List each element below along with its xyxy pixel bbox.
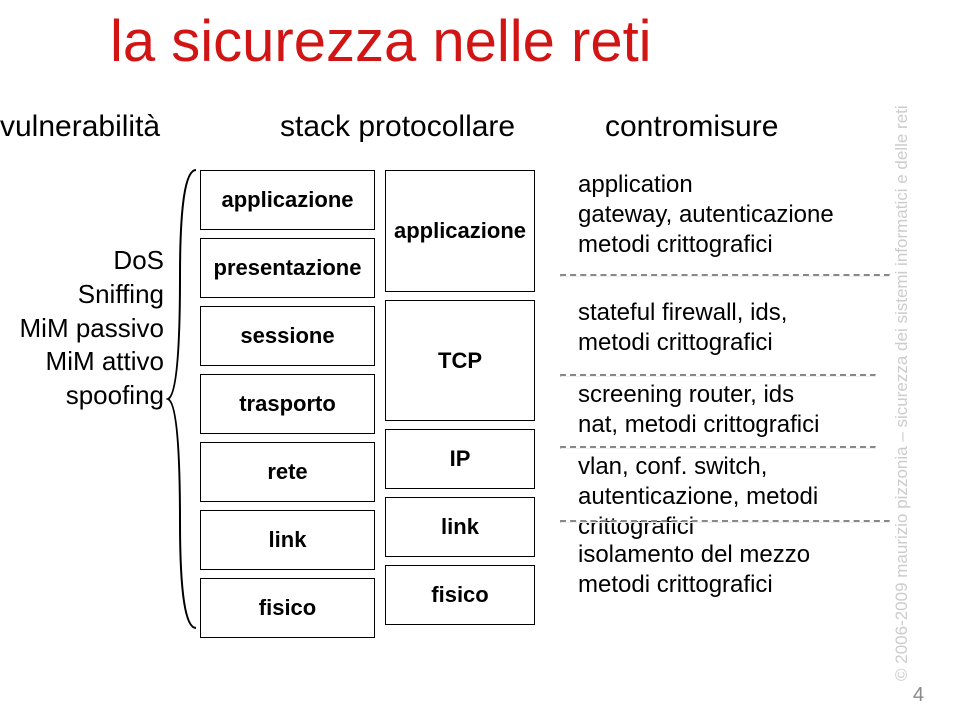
countermeasure-transport: stateful firewall, ids, metodi crittogra…: [560, 298, 920, 358]
cm-line: stateful firewall, ids,: [560, 298, 920, 328]
cm-line: application: [560, 170, 920, 200]
cm-line: screening router, ids: [560, 380, 920, 410]
protocol-stack-area: applicazione presentazione sessione tras…: [200, 170, 500, 650]
osi-stack: applicazione presentazione sessione tras…: [200, 170, 375, 638]
page-number: 4: [913, 684, 924, 707]
slide-title: la sicurezza nelle reti: [110, 8, 652, 75]
osi-layer: applicazione: [200, 170, 375, 230]
column-header-countermeasures: contromisure: [605, 110, 778, 144]
osi-layer: link: [200, 510, 375, 570]
vulnerability-item: MiM passivo: [4, 312, 164, 346]
column-header-stack: stack protocollare: [280, 110, 515, 144]
copyright-sidebar: © 2006-2009 maurizio pizzonia – sicurezz…: [912, 14, 940, 681]
column-header-vulnerabilities: vulnerabilità: [0, 110, 160, 144]
vulnerability-item: spoofing: [4, 379, 164, 413]
divider-icon: [560, 374, 876, 377]
cm-line: vlan, conf. switch,: [560, 452, 920, 482]
copyright-text: © 2006-2009 maurizio pizzonia – sicurezz…: [892, 105, 912, 681]
osi-layer: trasporto: [200, 374, 375, 434]
cm-line: nat, metodi crittografici: [560, 410, 920, 440]
tcpip-layer: IP: [385, 429, 535, 489]
cm-line: metodi crittografici: [560, 230, 920, 260]
tcpip-layer: applicazione: [385, 170, 535, 292]
cm-line: isolamento del mezzo: [560, 540, 920, 570]
cm-line: metodi crittografici: [560, 570, 920, 600]
countermeasure-network: screening router, ids nat, metodi critto…: [560, 380, 920, 440]
tcpip-layer: link: [385, 497, 535, 557]
osi-layer: fisico: [200, 578, 375, 638]
osi-layer: rete: [200, 442, 375, 502]
slide-root: la sicurezza nelle reti vulnerabilità st…: [0, 0, 960, 721]
cm-line: metodi crittografici: [560, 328, 920, 358]
tcpip-layer: TCP: [385, 300, 535, 422]
cm-line: autenticazione, metodi crittografici: [560, 482, 920, 542]
cm-line: gateway, autenticazione: [560, 200, 920, 230]
tcpip-stack: applicazione TCP IP link fisico: [385, 170, 535, 625]
vulnerability-item: Sniffing: [4, 278, 164, 312]
vulnerability-item: DoS: [4, 244, 164, 278]
divider-icon: [560, 446, 876, 449]
vulnerability-list: DoS Sniffing MiM passivo MiM attivo spoo…: [4, 244, 164, 413]
osi-layer: presentazione: [200, 238, 375, 298]
divider-icon: [560, 274, 890, 277]
countermeasure-link: vlan, conf. switch, autenticazione, meto…: [560, 452, 920, 542]
countermeasure-physical: isolamento del mezzo metodi crittografic…: [560, 540, 920, 600]
vulnerability-item: MiM attivo: [4, 345, 164, 379]
divider-icon: [560, 520, 890, 523]
osi-layer: sessione: [200, 306, 375, 366]
tcpip-layer: fisico: [385, 565, 535, 625]
countermeasure-application: application gateway, autenticazione meto…: [560, 170, 920, 260]
